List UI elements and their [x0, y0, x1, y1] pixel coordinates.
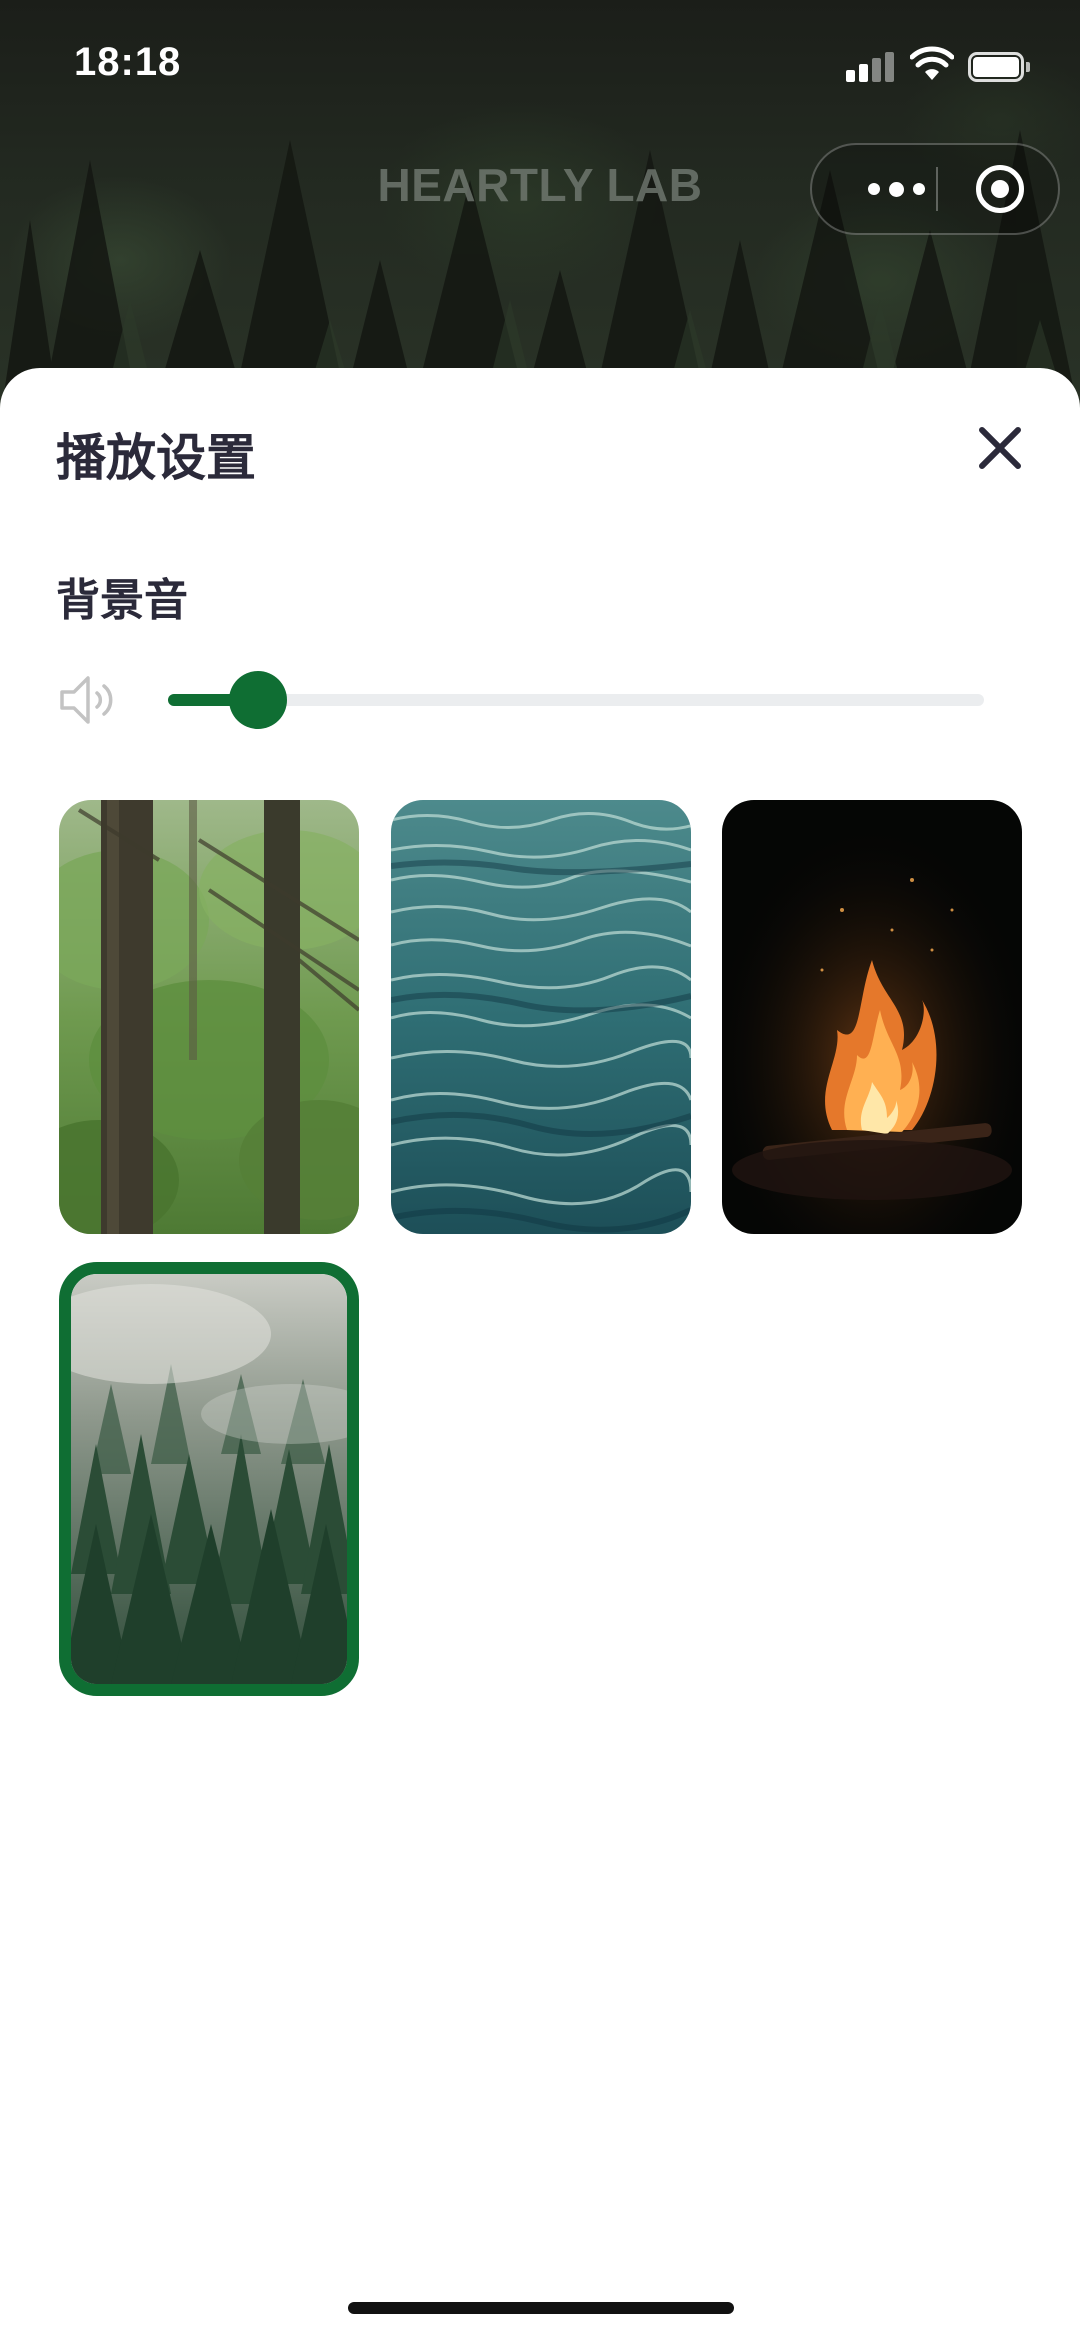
volume-slider-track[interactable]: [168, 694, 984, 706]
campfire-image: [722, 800, 1022, 1234]
home-indicator: [348, 2302, 734, 2314]
sound-card-misty-forest-image-frame: [71, 1274, 347, 1684]
volume-icon: [60, 676, 113, 724]
capsule-divider: [936, 167, 938, 211]
battery-icon: [968, 52, 1030, 82]
sound-card-forest[interactable]: [59, 800, 359, 1234]
more-icon[interactable]: [850, 145, 942, 233]
sheet-title: 播放设置: [56, 429, 256, 487]
sound-card-campfire[interactable]: [722, 800, 1022, 1234]
cellular-signal-icon: [846, 50, 894, 82]
ocean-waves-image: [391, 800, 691, 1234]
sound-card-ocean[interactable]: [391, 800, 691, 1234]
volume-slider-thumb[interactable]: [228, 671, 287, 729]
close-icon[interactable]: [960, 408, 1040, 488]
close-miniprogram-icon[interactable]: [976, 165, 1024, 213]
misty-pine-forest-image: [71, 1274, 347, 1684]
status-time: 18:18: [74, 40, 182, 84]
wifi-icon: [910, 46, 954, 80]
miniprogram-capsule: [810, 143, 1060, 235]
forest-image: [59, 800, 359, 1234]
playback-settings-sheet: 播放设置 背景音: [0, 368, 1080, 2339]
sound-card-misty-forest[interactable]: [59, 1262, 359, 1696]
background-sound-label: 背景音: [56, 575, 188, 626]
volume-slider[interactable]: [168, 658, 984, 738]
